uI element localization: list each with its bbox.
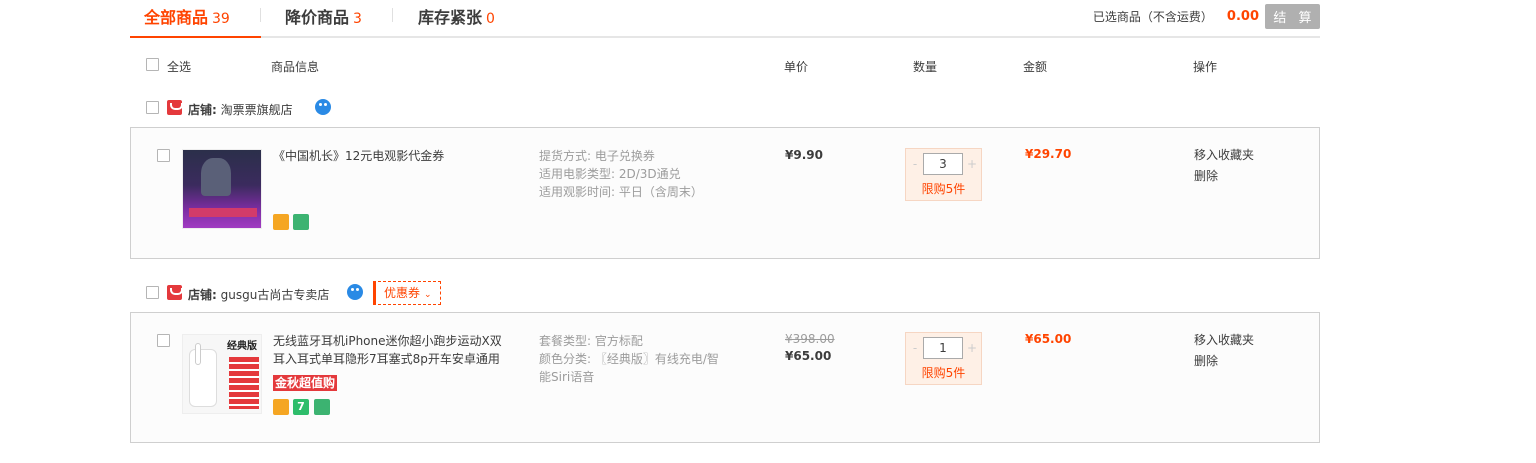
tab-price-drop-label: 降价商品 [285,8,350,27]
shop-icon [167,100,183,115]
tab-separator [392,8,393,22]
product-property: 颜色分类: 〖经典版〗有线充电/智能Siri语音 [539,352,719,384]
cart-item: 经典版 无线蓝牙耳机iPhone迷你超小跑步运动X双耳入耳式单耳隐形7耳塞式8p… [130,312,1320,443]
purchase-limit: 限购5件 [921,366,966,380]
move-to-favorites-link[interactable]: 移入收藏夹 [1194,330,1254,351]
item-checkbox[interactable] [157,149,170,162]
original-price: ¥398.00 [785,332,835,346]
cart-tabs: 全部商品 39 降价商品 3 库存紧张 0 已选商品（不含运费） 0.00 结 算 [130,0,1320,38]
active-tab-underline [130,36,261,38]
tab-low-stock-count: 0 [486,11,495,27]
col-product-info: 商品信息 [271,60,320,74]
service-guarantee-icon [314,399,330,415]
shop-name-text: 淘票票旗舰店 [220,103,293,117]
item-total: ¥65.00 [1025,332,1072,346]
service-guarantee-icon [293,214,309,230]
select-all-checkbox[interactable] [146,58,159,71]
selected-items-label: 已选商品（不含运费） [1092,10,1213,24]
thumbnail-edition-label: 经典版 [227,341,257,352]
quantity-stepper: - 3 + 限购5件 [905,148,982,201]
product-thumbnail[interactable] [182,149,262,229]
product-title[interactable]: 《中国机长》12元电观影代金券 [273,147,503,165]
chat-icon[interactable] [315,99,331,115]
coupon-dropdown[interactable]: 优惠券 ⌄ [373,281,441,305]
earbuds-case-shape [189,349,217,407]
unit-price: ¥9.90 [785,148,823,162]
card-payment-icon [273,214,289,230]
increase-button[interactable]: + [964,337,980,359]
settle-button[interactable]: 结 算 [1265,4,1320,29]
product-property: 适用电影类型: 2D/3D通兑 [539,167,681,181]
card-payment-icon [273,399,289,415]
tab-all-items-count: 39 [212,11,230,27]
product-title[interactable]: 无线蓝牙耳机iPhone迷你超小跑步运动X双耳入耳式单耳隐形7耳塞式8p开车安卓… [273,332,503,368]
shop-name[interactable]: 店铺: gusgu古尚古专卖店 [188,286,329,303]
col-quantity: 数量 [913,60,938,74]
move-to-favorites-link[interactable]: 移入收藏夹 [1194,145,1254,166]
item-checkbox[interactable] [157,334,170,347]
shop-checkbox[interactable] [146,101,159,114]
shop-name-text: gusgu古尚古专卖店 [220,288,330,302]
shop-icon [167,285,183,300]
promo-tag: 金秋超值购 [273,375,338,391]
delete-link[interactable]: 删除 [1194,166,1218,187]
selected-amount: 0.00 [1226,9,1259,24]
tab-price-drop-count: 3 [353,11,362,27]
chat-icon[interactable] [347,284,363,300]
seven-day-return-icon: 7 [293,399,309,415]
thumbnail-feature-list [229,357,259,409]
product-property: 适用观影时间: 平日（含周末） [539,185,703,199]
col-actions: 操作 [1193,60,1218,74]
tab-all-items[interactable]: 全部商品 39 [144,4,230,28]
cart-container: 全部商品 39 降价商品 3 库存紧张 0 已选商品（不含运费） 0.00 结 算 全… [130,0,1320,463]
cart-item: 《中国机长》12元电观影代金券 提货方式: 电子兑换券 适用电影类型: 2D/3… [130,127,1320,259]
thumbnail-figure [201,158,231,196]
tab-all-items-label: 全部商品 [144,8,209,27]
increase-button[interactable]: + [964,153,980,175]
tab-low-stock[interactable]: 库存紧张 0 [418,4,495,28]
shop-prefix: 店铺: [188,288,217,302]
decrease-button[interactable]: - [907,153,923,175]
thumbnail-banner [189,208,257,217]
shop-prefix: 店铺: [188,103,217,117]
tab-price-drop[interactable]: 降价商品 3 [285,4,362,28]
tab-separator [260,8,261,22]
product-property: 套餐类型: 官方标配 [539,334,643,348]
selection-summary: 已选商品（不含运费） 0.00 结 算 [1093,4,1320,29]
product-properties: 提货方式: 电子兑换券 适用电影类型: 2D/3D通兑 适用观影时间: 平日（含… [539,147,739,201]
item-total: ¥29.70 [1025,147,1072,161]
shop-name[interactable]: 店铺: 淘票票旗舰店 [188,101,293,118]
purchase-limit: 限购5件 [921,182,966,196]
product-property: 提货方式: 电子兑换券 [539,149,655,163]
earbud-shape [195,343,201,365]
coupon-label: 优惠券 [384,286,421,300]
col-amount: 金额 [1023,60,1048,74]
quantity-stepper: - 1 + 限购5件 [905,332,982,385]
product-properties: 套餐类型: 官方标配 颜色分类: 〖经典版〗有线充电/智能Siri语音 [539,332,729,386]
shop-checkbox[interactable] [146,286,159,299]
product-thumbnail[interactable]: 经典版 [182,334,262,414]
quantity-input[interactable]: 1 [923,337,963,359]
tab-low-stock-label: 库存紧张 [418,8,483,27]
decrease-button[interactable]: - [907,337,923,359]
unit-price: ¥65.00 [785,349,832,363]
chevron-down-icon: ⌄ [424,290,432,300]
col-unit-price: 单价 [784,60,809,74]
delete-link[interactable]: 删除 [1194,351,1218,372]
select-all-label[interactable]: 全选 [167,58,191,75]
promo-tag-label: 金秋超值购 [273,375,338,391]
quantity-input[interactable]: 3 [923,153,963,175]
